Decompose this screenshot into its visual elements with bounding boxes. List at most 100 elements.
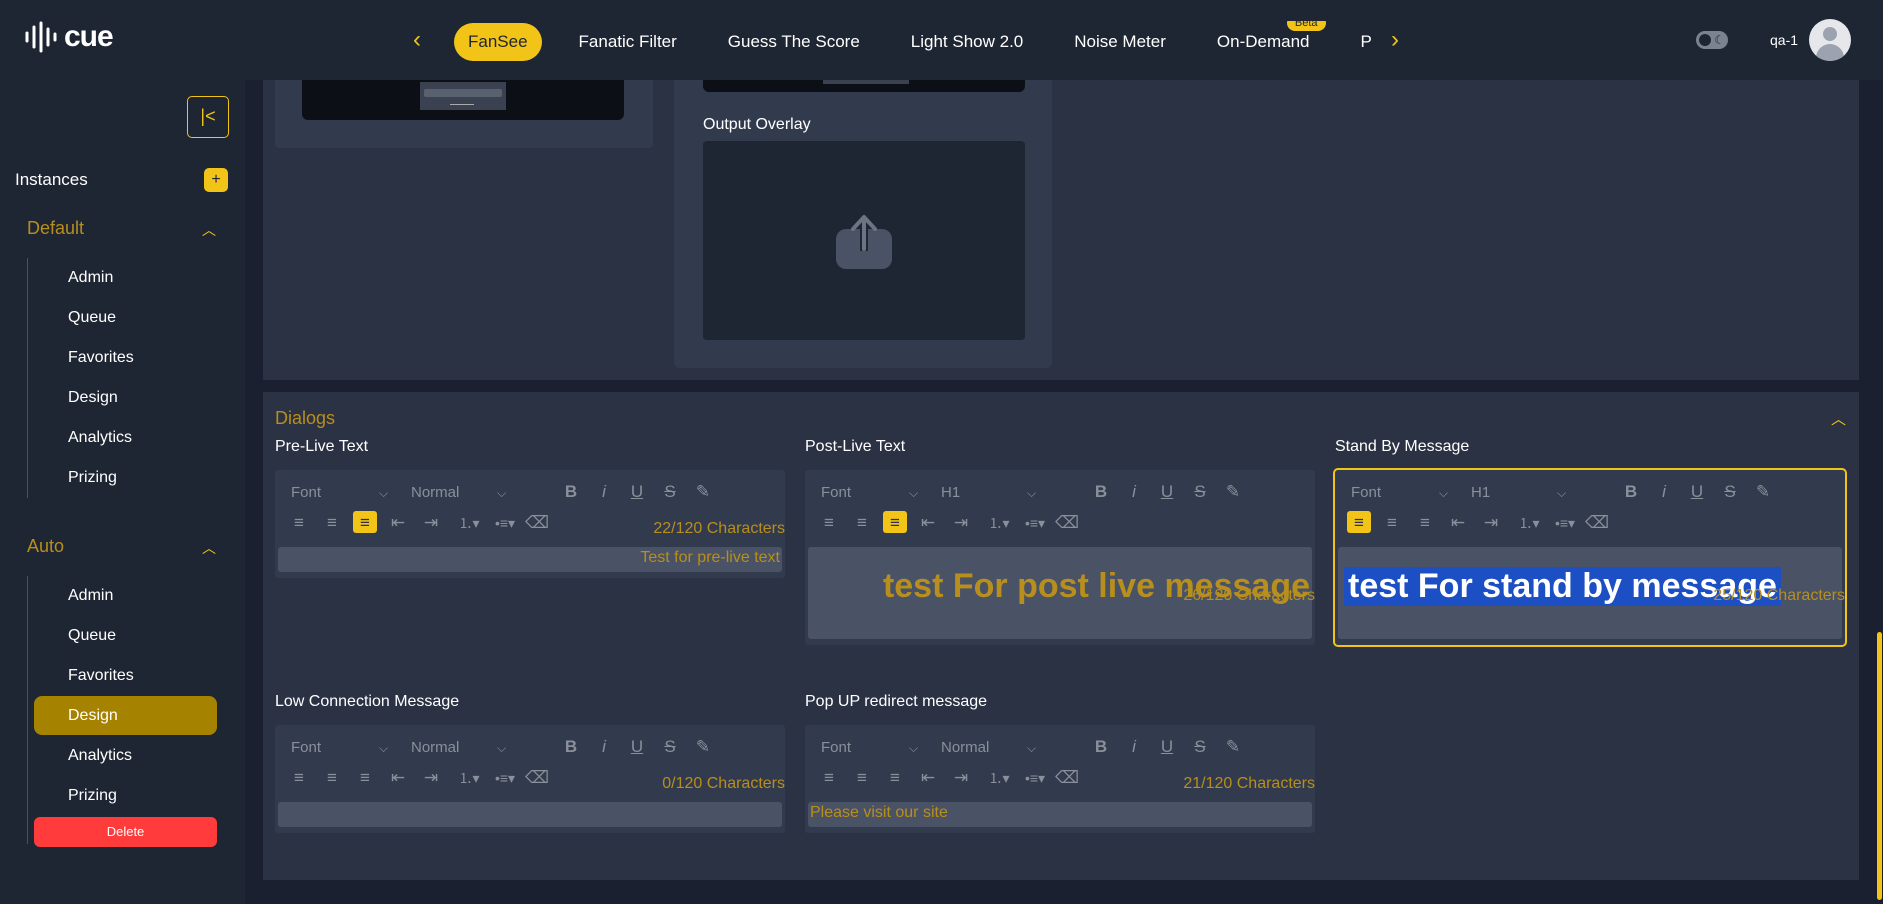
- strikethrough-icon[interactable]: S: [1188, 735, 1212, 759]
- align-left-icon[interactable]: ≡: [1347, 511, 1371, 533]
- sidebar-item-favorites[interactable]: Favorites: [34, 338, 217, 377]
- bullet-list-icon[interactable]: •≡▾: [1548, 511, 1582, 535]
- chevron-down-icon[interactable]: ⌵: [379, 735, 388, 761]
- ordered-list-icon[interactable]: ⒈▾: [982, 511, 1016, 535]
- theme-toggle[interactable]: ☾: [1696, 31, 1728, 49]
- clear-format-icon[interactable]: ⌫: [1585, 511, 1609, 535]
- sidebar-item-prizing[interactable]: Prizing: [34, 776, 217, 815]
- size-select[interactable]: H1: [941, 480, 960, 506]
- popup-redirect-input[interactable]: Please visit our site: [808, 802, 1312, 827]
- highlight-icon[interactable]: ✎: [691, 735, 715, 759]
- bold-icon[interactable]: B: [1619, 480, 1643, 504]
- group-auto-title[interactable]: Auto: [27, 536, 64, 557]
- sidebar-item-design[interactable]: Design: [34, 378, 217, 417]
- scrollbar-thumb[interactable]: [1877, 632, 1882, 900]
- align-right-icon[interactable]: ≡: [883, 511, 907, 533]
- indent-icon[interactable]: ⇥: [949, 511, 973, 535]
- chevron-down-icon[interactable]: ⌵: [379, 480, 388, 506]
- avatar[interactable]: [1809, 19, 1851, 61]
- font-select[interactable]: Font: [821, 735, 851, 761]
- chevron-up-icon[interactable]: ︿: [202, 220, 216, 240]
- tab-on-demand[interactable]: On-Demand Beta: [1203, 21, 1326, 61]
- chevron-down-icon[interactable]: ⌵: [909, 735, 918, 761]
- sidebar-item-favorites[interactable]: Favorites: [34, 656, 217, 695]
- delete-button[interactable]: Delete: [34, 817, 217, 847]
- bold-icon[interactable]: B: [559, 480, 583, 504]
- font-select[interactable]: Font: [821, 480, 851, 506]
- tab-fansee[interactable]: FanSee: [454, 23, 542, 61]
- align-center-icon[interactable]: ≡: [850, 511, 874, 535]
- tab-noise-meter[interactable]: Noise Meter: [1060, 23, 1180, 61]
- bullet-list-icon[interactable]: •≡▾: [1018, 511, 1052, 535]
- chevron-down-icon[interactable]: ⌵: [1439, 480, 1448, 506]
- pre-live-input[interactable]: Test for pre-live text: [278, 547, 782, 572]
- chevron-down-icon[interactable]: ⌵: [1027, 480, 1036, 506]
- font-select[interactable]: Font: [291, 480, 321, 506]
- italic-icon[interactable]: i: [592, 735, 616, 759]
- highlight-icon[interactable]: ✎: [1221, 735, 1245, 759]
- chevron-up-icon[interactable]: ︿: [202, 538, 216, 558]
- strikethrough-icon[interactable]: S: [658, 735, 682, 759]
- font-select[interactable]: Font: [1351, 480, 1381, 506]
- sidebar-item-design[interactable]: Design: [34, 696, 217, 735]
- collapse-sidebar-button[interactable]: |<: [187, 96, 229, 138]
- tab-guess-the-score[interactable]: Guess The Score: [714, 23, 874, 61]
- strikethrough-icon[interactable]: S: [658, 480, 682, 504]
- italic-icon[interactable]: i: [1652, 480, 1676, 504]
- chevron-down-icon[interactable]: ⌵: [1557, 480, 1566, 506]
- align-center-icon[interactable]: ≡: [1380, 511, 1404, 535]
- highlight-icon[interactable]: ✎: [691, 480, 715, 504]
- bold-icon[interactable]: B: [1089, 735, 1113, 759]
- sidebar-item-analytics[interactable]: Analytics: [34, 418, 217, 457]
- tab-fanatic-filter[interactable]: Fanatic Filter: [565, 23, 691, 61]
- sidebar-item-analytics[interactable]: Analytics: [34, 736, 217, 775]
- size-select[interactable]: Normal: [941, 735, 989, 761]
- tab-light-show[interactable]: Light Show 2.0: [897, 23, 1037, 61]
- sidebar-item-admin[interactable]: Admin: [34, 258, 217, 297]
- chevron-down-icon[interactable]: ⌵: [497, 735, 506, 761]
- sidebar-item-prizing[interactable]: Prizing: [34, 458, 217, 497]
- strikethrough-icon[interactable]: S: [1718, 480, 1742, 504]
- italic-icon[interactable]: i: [1122, 735, 1146, 759]
- outdent-icon[interactable]: ⇤: [1446, 511, 1470, 535]
- size-select[interactable]: H1: [1471, 480, 1490, 506]
- italic-icon[interactable]: i: [592, 480, 616, 504]
- underline-icon[interactable]: U: [625, 480, 649, 504]
- sidebar-item-admin[interactable]: Admin: [34, 576, 217, 615]
- nav-next-icon[interactable]: ›: [1383, 26, 1407, 54]
- chevron-down-icon[interactable]: ⌵: [1027, 735, 1036, 761]
- dialogs-title[interactable]: Dialogs: [275, 408, 335, 429]
- chevron-down-icon[interactable]: ⌵: [909, 480, 918, 506]
- clear-format-icon[interactable]: ⌫: [1055, 511, 1079, 535]
- align-left-icon[interactable]: ≡: [817, 511, 841, 535]
- upload-dropzone[interactable]: [703, 141, 1025, 340]
- underline-icon[interactable]: U: [625, 735, 649, 759]
- size-select[interactable]: Normal: [411, 735, 459, 761]
- highlight-icon[interactable]: ✎: [1751, 480, 1775, 504]
- group-default-title[interactable]: Default: [27, 218, 84, 239]
- font-select[interactable]: Font: [291, 735, 321, 761]
- chevron-up-icon[interactable]: ︿: [1831, 408, 1846, 429]
- size-select[interactable]: Normal: [411, 480, 459, 506]
- nav-prev-icon[interactable]: ‹: [405, 26, 429, 54]
- scrollbar[interactable]: [1876, 80, 1883, 904]
- sidebar-item-queue[interactable]: Queue: [34, 298, 217, 337]
- underline-icon[interactable]: U: [1685, 480, 1709, 504]
- underline-icon[interactable]: U: [1155, 480, 1179, 504]
- low-connection-input[interactable]: [278, 802, 782, 827]
- outdent-icon[interactable]: ⇤: [916, 511, 940, 535]
- indent-icon[interactable]: ⇥: [1479, 511, 1503, 535]
- italic-icon[interactable]: i: [1122, 480, 1146, 504]
- sidebar-item-queue[interactable]: Queue: [34, 616, 217, 655]
- strikethrough-icon[interactable]: S: [1188, 480, 1212, 504]
- tab-truncated[interactable]: P: [1347, 23, 1386, 61]
- bold-icon[interactable]: B: [1089, 480, 1113, 504]
- add-instance-button[interactable]: +: [204, 168, 228, 192]
- align-right-icon[interactable]: ≡: [1413, 511, 1437, 535]
- chevron-down-icon[interactable]: ⌵: [497, 480, 506, 506]
- highlight-icon[interactable]: ✎: [1221, 480, 1245, 504]
- underline-icon[interactable]: U: [1155, 735, 1179, 759]
- bold-icon[interactable]: B: [559, 735, 583, 759]
- app-logo[interactable]: cue: [24, 20, 114, 54]
- ordered-list-icon[interactable]: ⒈▾: [1512, 511, 1546, 535]
